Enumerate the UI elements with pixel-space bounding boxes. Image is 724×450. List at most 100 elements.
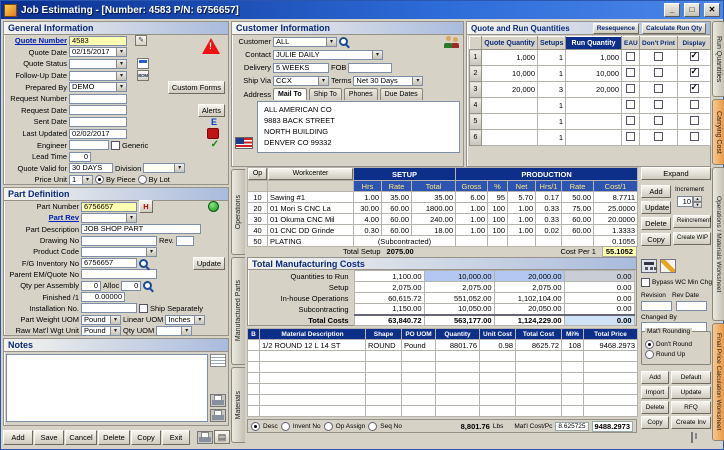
dont-print-checkbox[interactable] (654, 100, 663, 109)
last-updated-field[interactable]: 02/02/2017 (69, 128, 127, 139)
materials-empty-row[interactable] (247, 405, 638, 417)
pencil-icon[interactable] (660, 259, 676, 273)
increment-down-icon[interactable]: ▼ (693, 202, 702, 208)
part-number-field[interactable]: 6756657 (81, 201, 137, 212)
eau-checkbox[interactable] (626, 68, 635, 77)
quote-status-select[interactable] (69, 58, 127, 69)
linear-uom-select[interactable]: Inches (165, 314, 206, 325)
op-copy-button[interactable]: Copy (641, 233, 671, 246)
close-button[interactable]: ✕ (704, 3, 720, 17)
materials-empty-row[interactable] (247, 361, 638, 373)
customer-select[interactable]: ALL (273, 36, 337, 47)
fob-field[interactable] (348, 62, 393, 73)
quote-number-link[interactable]: Quote Number (7, 36, 67, 45)
engineer-field[interactable] (69, 140, 109, 151)
copy-button[interactable]: Copy (131, 429, 161, 445)
rev-date-field[interactable] (676, 301, 707, 311)
cancel-button[interactable]: Cancel (65, 429, 97, 445)
op-delete-button[interactable]: Delete (641, 217, 671, 230)
increment-value[interactable]: 10 (677, 196, 693, 207)
cost-cell[interactable]: 1,100.00 (353, 270, 425, 282)
display-checkbox[interactable] (689, 116, 699, 125)
mat-rfq-button[interactable]: RFQ (671, 401, 711, 414)
quantity-row[interactable]: 41 (469, 97, 711, 114)
history-button[interactable]: H (139, 200, 153, 214)
tab-phones[interactable]: Phones (343, 88, 378, 100)
division-select[interactable] (143, 163, 186, 174)
by-lot-radio[interactable] (137, 175, 147, 185)
add-button[interactable]: Add (3, 429, 33, 445)
part-rev-select[interactable] (81, 212, 137, 223)
notepad-icon[interactable] (210, 354, 226, 367)
bom-icon[interactable]: BOM (137, 70, 149, 82)
ship-via-select[interactable]: CCX (273, 75, 329, 86)
by-piece-radio[interactable] (95, 175, 104, 185)
quantity-row[interactable]: 1 1,000 1 1,000 (469, 49, 711, 66)
mat-add-button[interactable]: Add (641, 371, 669, 384)
sent-date-field[interactable] (69, 116, 127, 127)
resequence-button[interactable]: Resequence (592, 22, 640, 34)
fg-inventory-field[interactable]: 6756657 (81, 258, 137, 269)
tab-due-dates[interactable]: Due Dates (379, 88, 423, 100)
tab-mail-to[interactable]: Mail To (273, 88, 307, 100)
bypass-wc-checkbox[interactable] (641, 278, 650, 287)
alloc-field[interactable]: 0 (121, 280, 142, 291)
dont-print-checkbox[interactable] (654, 132, 663, 141)
printer-icon[interactable] (691, 432, 693, 443)
raw-weight-uom-select[interactable]: Pound (81, 325, 121, 336)
terms-select[interactable]: Net 30 Days (353, 75, 424, 86)
update-button[interactable]: Update (192, 256, 225, 270)
dont-print-checkbox[interactable] (654, 116, 663, 125)
expand-button[interactable]: Expand (641, 167, 711, 180)
qty-per-assembly-field[interactable]: 0 (81, 280, 101, 291)
tab-operations-materials-worksheet[interactable]: Operations / Materials Worksheet (712, 167, 724, 321)
delivery-field[interactable]: 5 WEEKS (273, 62, 329, 73)
search-icon[interactable] (339, 37, 348, 46)
create-wip-button[interactable]: Create WIP (673, 232, 711, 245)
workcenter-button[interactable]: Workcenter (268, 168, 353, 180)
material-row[interactable]: 1/2 ROUND 12 L 14 ST ROUND Pound 8801.76 0.9… (247, 339, 638, 351)
tab-run-quantities[interactable]: Run Quantities (712, 21, 724, 97)
display-checkbox[interactable] (689, 83, 699, 93)
maximize-button[interactable]: □ (684, 3, 700, 17)
operation-row[interactable]: 50 PLATING (Subcontracted) 0.1055 (247, 235, 639, 247)
create-inv-button[interactable]: Create Inv (671, 416, 711, 429)
request-date-field[interactable] (69, 105, 127, 116)
finished-field[interactable]: 0.00000 (81, 292, 125, 303)
edit-note-icon[interactable]: ✎ (135, 35, 147, 47)
invent-no-radio[interactable] (280, 421, 290, 431)
tab-carrying-cost[interactable]: Carrying Cost (712, 99, 724, 165)
operation-row[interactable]: 10 Sawing #1 1.00 35.00 35.00 6.00 95 5.70 0.17 5… (247, 191, 639, 203)
calculate-run-qty-button[interactable]: Calculate Run Qty (642, 22, 706, 34)
dont-print-checkbox[interactable] (654, 68, 663, 77)
engineering-icon[interactable]: E (211, 117, 217, 127)
mat-update-button[interactable]: Update (671, 386, 711, 399)
quantity-row[interactable]: 61 (469, 129, 711, 146)
ship-separately-checkbox[interactable] (139, 303, 148, 313)
mat-default-button[interactable]: Default (671, 371, 711, 384)
installation-no-field[interactable] (81, 303, 137, 314)
op-add-button[interactable]: Add (641, 185, 671, 198)
part-rev-link[interactable]: Part Rev (7, 213, 79, 222)
reincrement-button[interactable]: Reincrement (673, 215, 711, 228)
cost-cell[interactable]: 0.00 (563, 270, 635, 282)
prepared-by-select[interactable]: DEMO (69, 82, 127, 93)
print-button[interactable] (197, 430, 213, 444)
eau-checkbox[interactable] (626, 116, 635, 125)
delete-button[interactable]: Delete (98, 429, 130, 445)
lead-time-field[interactable]: 0 (69, 151, 91, 162)
search-icon[interactable] (143, 281, 153, 291)
quote-number-field[interactable]: 4583 (69, 35, 127, 46)
operation-row[interactable]: 40 01 CNC DD Grinde 0.30 60.00 18.00 1.00 100 1… (247, 224, 639, 236)
increment-stepper[interactable]: 10 ▲ ▼ (677, 196, 702, 208)
eau-checkbox[interactable] (626, 100, 635, 109)
follow-up-date-field[interactable] (69, 70, 127, 81)
mat-delete-button[interactable]: Delete (641, 401, 669, 414)
eau-checkbox[interactable] (626, 84, 635, 93)
minimize-button[interactable]: _ (664, 3, 680, 17)
calculator-icon[interactable] (641, 259, 657, 273)
quantity-row[interactable]: 51 (469, 113, 711, 130)
cost-cell[interactable]: 20,000.00 (493, 270, 565, 282)
alerts-button[interactable]: Alerts (197, 103, 225, 117)
op-assign-radio[interactable] (323, 421, 333, 431)
